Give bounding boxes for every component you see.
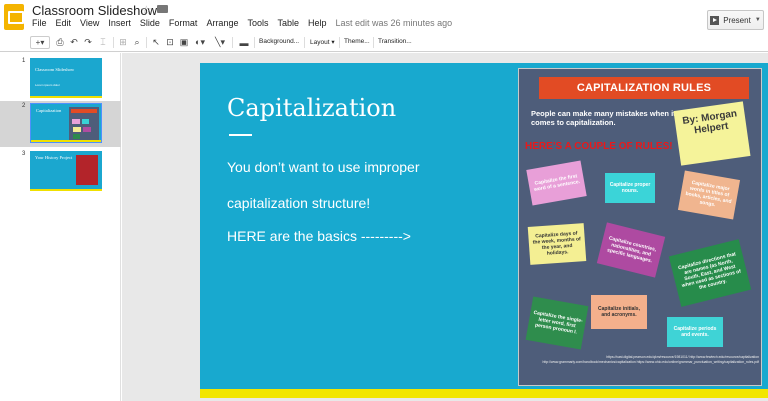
toolbar-divider [254, 37, 255, 48]
poster-byline: By: Morgan Helpert [673, 101, 751, 166]
new-slide-button[interactable]: + ▾ [30, 36, 50, 49]
present-icon [710, 15, 720, 25]
menu-edit[interactable]: Edit [56, 18, 72, 28]
slides-logo-icon[interactable] [4, 4, 24, 30]
slide-canvas[interactable]: Capitalization You don’t want to use imp… [200, 63, 768, 398]
select-cursor-icon[interactable]: ↖ [150, 36, 162, 49]
poster-note: Capitalize periods and events. [667, 317, 723, 347]
toolbar: + ▾ ⎙ ↶ ↷ ⌶ ⊞ ⌕ ↖ ⊡ ▣ ◐▾ ╲▾ ▬ Background… [0, 34, 768, 52]
poster-credits: https://cast.digital.pearson.edu/qkm/res… [542, 355, 759, 364]
menu-table[interactable]: Table [277, 18, 299, 28]
toolbar-divider [339, 37, 340, 48]
slide-thumbnail[interactable]: Classroom Slideshow Lorem ipsum dolor [30, 58, 102, 98]
slide-title[interactable]: Capitalization [227, 94, 396, 122]
slide-number: 1 [22, 58, 26, 64]
poster-note: Capitalize countries, nationalities, and… [596, 222, 666, 278]
menu-format[interactable]: Format [169, 18, 198, 28]
menu-insert[interactable]: Insert [108, 18, 131, 28]
chevron-down-icon[interactable]: ▼ [755, 17, 761, 23]
star-icon[interactable]: ☆ [141, 3, 152, 17]
present-button[interactable]: Present ▼ [707, 10, 764, 30]
filmstrip-item-selected[interactable]: 2 Capitalization [0, 101, 121, 147]
body-line-1[interactable]: You don’t want to use improper [227, 159, 420, 175]
capitalization-poster-image[interactable]: CAPITALIZATION RULES People can make man… [518, 68, 762, 386]
thumbnail-accent-bar [30, 96, 102, 98]
zoom-icon[interactable]: ⌕ [131, 36, 143, 49]
toolbar-divider [146, 37, 147, 48]
shape-icon[interactable]: ◐▾ [192, 36, 208, 49]
menu-bar: File Edit View Insert Slide Format Arran… [32, 18, 461, 28]
menu-view[interactable]: View [80, 18, 99, 28]
filmstrip-item[interactable]: 1 Classroom Slideshow Lorem ipsum dolor [0, 56, 121, 103]
layout-label: Layout [310, 39, 330, 46]
undo-icon[interactable]: ↶ [68, 36, 80, 49]
slide-filmstrip: 1 Classroom Slideshow Lorem ipsum dolor … [0, 53, 121, 401]
thumbnail-accent-bar [30, 189, 102, 191]
background-button[interactable]: Background... [259, 38, 299, 45]
filmstrip-item[interactable]: 3 Your History Project [0, 149, 121, 193]
slide-accent-bar [200, 389, 768, 398]
slide-number: 2 [22, 103, 26, 109]
print-icon[interactable]: ⎙ [54, 36, 66, 49]
app-header: Classroom Slideshow ☆ File Edit View Ins… [0, 0, 768, 34]
toolbar-divider [113, 37, 114, 48]
toolbar-divider [304, 37, 305, 48]
layout-button[interactable]: Layout ▾ [310, 38, 335, 46]
last-edit-status[interactable]: Last edit was 26 minutes ago [336, 18, 453, 28]
menu-file[interactable]: File [32, 18, 47, 28]
poster-note: Capitalize days of the week, months of t… [527, 223, 587, 265]
poster-tagline: People can make many mistakes when it co… [531, 109, 676, 127]
thumbnail-title: Classroom Slideshow [35, 67, 75, 72]
toolbar-divider [373, 37, 374, 48]
title-underline [229, 134, 252, 136]
poster-note: Capitalize initials, and acronyms. [591, 295, 647, 329]
image-icon[interactable]: ▣ [178, 36, 190, 49]
toolbar-divider [232, 37, 233, 48]
menu-arrange[interactable]: Arrange [206, 18, 238, 28]
thumbnail-poster [69, 107, 99, 140]
body-line-3[interactable]: HERE are the basics ---------> [227, 228, 411, 244]
transition-button[interactable]: Transition... [378, 38, 412, 45]
slide-thumbnail[interactable]: Your History Project [30, 151, 102, 191]
poster-note: Capitalize the single-letter word, first… [525, 296, 589, 350]
thumbnail-title: Capitalization [36, 108, 62, 113]
plus-icon: + [35, 38, 41, 47]
folder-icon[interactable] [157, 5, 168, 13]
poster-note: Capitalize major words in titles of book… [677, 170, 741, 220]
poster-note: Capitalize proper nouns. [605, 173, 655, 203]
poster-banner: CAPITALIZATION RULES [539, 77, 749, 99]
body-line-2[interactable]: capitalization structure! [227, 195, 370, 211]
menu-tools[interactable]: Tools [247, 18, 268, 28]
thumbnail-accent-bar [31, 140, 101, 142]
fit-icon[interactable]: ⊞ [117, 36, 129, 49]
poster-subhead: HERE’S A COUPLE OF RULES! [525, 141, 673, 152]
poster-note: Capitalize directions that are names (as… [668, 239, 752, 307]
theme-button[interactable]: Theme... [344, 38, 370, 45]
poster-note: Capitalize the first word of a sentence. [526, 160, 587, 206]
present-label: Present [723, 15, 751, 25]
thumbnail-image [76, 155, 98, 185]
slide-thumbnail[interactable]: Capitalization [30, 103, 102, 143]
textbox-icon[interactable]: ⊡ [164, 36, 176, 49]
menu-slide[interactable]: Slide [140, 18, 160, 28]
slide-number: 3 [22, 151, 26, 157]
thumbnail-title: Your History Project [35, 155, 73, 160]
menu-help[interactable]: Help [308, 18, 327, 28]
thumbnail-subtitle: Lorem ipsum dolor [35, 83, 60, 87]
line-icon[interactable]: ╲▾ [212, 36, 228, 49]
redo-icon[interactable]: ↷ [82, 36, 94, 49]
paint-format-icon[interactable]: ⌶ [97, 36, 109, 49]
comment-icon[interactable]: ▬ [238, 36, 250, 49]
document-title[interactable]: Classroom Slideshow [32, 3, 157, 18]
